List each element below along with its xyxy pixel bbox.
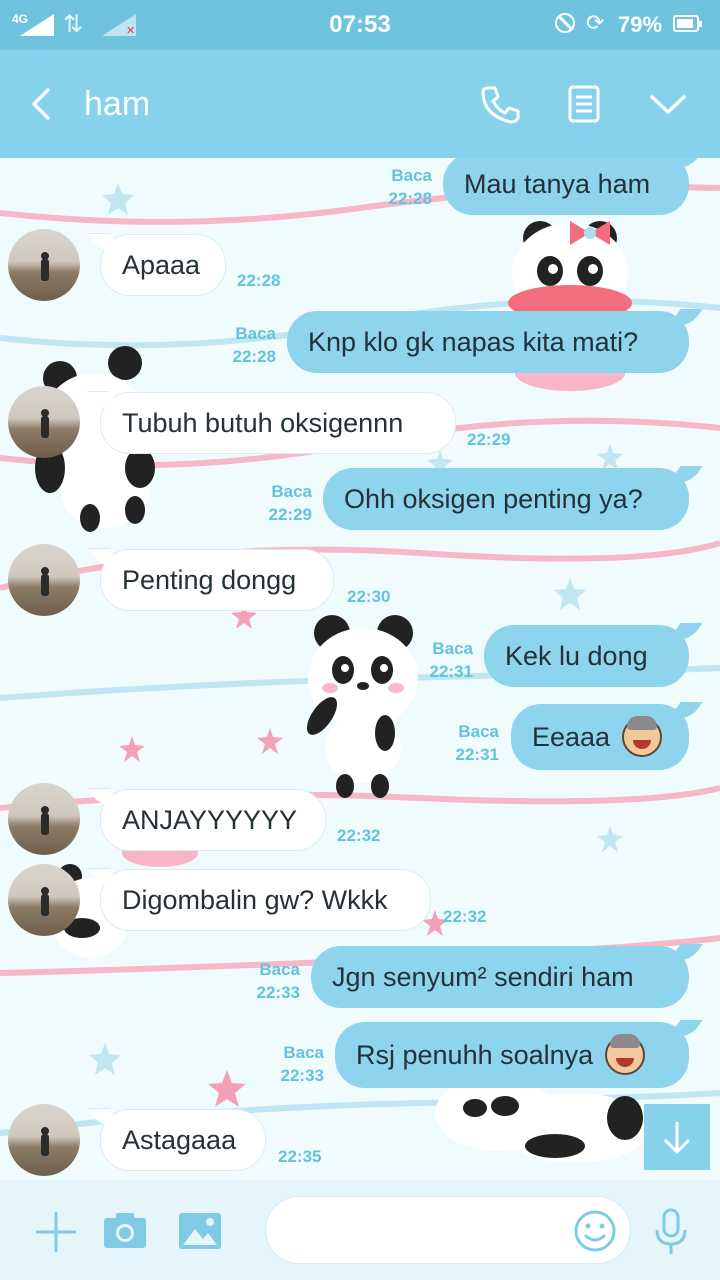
phone-icon[interactable] xyxy=(478,82,522,126)
read-receipt: Baca 22:28 xyxy=(232,324,276,366)
avatar[interactable] xyxy=(8,544,80,616)
message-input[interactable] xyxy=(288,1211,562,1253)
message-time: 22:32 xyxy=(443,907,487,926)
message-bubble-outgoing[interactable]: Knp klo gk napas kita mati? xyxy=(287,311,689,373)
message-bubble-outgoing[interactable]: Mau tanya ham xyxy=(443,158,689,215)
message-bubble-incoming[interactable]: ANJAYYYYYY xyxy=(100,789,326,851)
laughing-face-emoji-icon xyxy=(605,1034,646,1075)
message-bubble-incoming[interactable]: Tubuh butuh oksigennn xyxy=(100,392,456,454)
status-time: 07:53 xyxy=(329,11,391,38)
microphone-icon[interactable] xyxy=(654,1208,688,1256)
chat-header: ham xyxy=(0,50,720,158)
read-receipt: Baca 22:28 xyxy=(388,166,432,208)
message-bubble-outgoing[interactable]: Eeaaa xyxy=(511,704,689,770)
avatar[interactable] xyxy=(8,229,80,301)
message-time: 22:32 xyxy=(337,826,381,845)
avatar[interactable] xyxy=(8,783,80,855)
read-receipt: Baca 22:33 xyxy=(256,960,300,1002)
message-bubble-incoming[interactable]: Apaaa xyxy=(100,234,226,296)
do-not-disturb-icon xyxy=(555,13,575,33)
message-input-bar xyxy=(0,1180,720,1280)
message-bubble-outgoing[interactable]: Rsj penuhh soalnya xyxy=(335,1022,689,1088)
scroll-down-icon[interactable] xyxy=(644,1104,710,1170)
image-icon[interactable] xyxy=(178,1212,222,1250)
laughing-face-emoji-icon xyxy=(622,716,663,757)
notes-icon[interactable] xyxy=(562,82,606,126)
read-receipt: Baca 22:29 xyxy=(268,482,312,524)
read-receipt: Baca 22:31 xyxy=(455,722,499,764)
contact-name[interactable]: ham xyxy=(84,85,150,124)
emoji-icon[interactable] xyxy=(573,1209,617,1253)
rotation-lock-icon: ⟳ xyxy=(586,10,605,35)
chat-area[interactable]: Baca 22:28 Mau tanya ham Apaaa 22:28 Baca… xyxy=(0,158,720,1180)
chevron-down-icon[interactable] xyxy=(646,82,690,126)
camera-icon[interactable] xyxy=(102,1210,148,1250)
message-input-container[interactable] xyxy=(265,1196,631,1264)
avatar[interactable] xyxy=(8,864,80,936)
plus-icon[interactable] xyxy=(34,1210,78,1254)
message-bubble-incoming[interactable]: Penting dongg xyxy=(100,549,334,611)
message-time: 22:29 xyxy=(467,430,511,449)
back-icon[interactable] xyxy=(22,82,62,126)
battery-icon xyxy=(673,15,702,32)
message-bubble-incoming[interactable]: Digombalin gw? Wkkk xyxy=(100,869,431,931)
message-time: 22:35 xyxy=(278,1147,322,1166)
message-bubble-outgoing[interactable]: Kek lu dong xyxy=(484,625,689,687)
message-time: 22:28 xyxy=(237,271,281,290)
battery-percent: 79% xyxy=(618,12,663,37)
avatar[interactable] xyxy=(8,1104,80,1176)
message-time: 22:30 xyxy=(347,587,391,606)
status-bar: 4G ⇅ ✕ 07:53 ⟳ 79% xyxy=(0,0,720,50)
message-bubble-outgoing[interactable]: Ohh oksigen penting ya? xyxy=(323,468,689,530)
message-bubble-incoming[interactable]: Astagaaa xyxy=(100,1109,266,1171)
message-bubble-outgoing[interactable]: Jgn senyum² sendiri ham xyxy=(311,946,689,1008)
avatar[interactable] xyxy=(8,386,80,458)
read-receipt: Baca 22:33 xyxy=(280,1043,324,1085)
read-receipt: Baca 22:31 xyxy=(429,639,473,681)
